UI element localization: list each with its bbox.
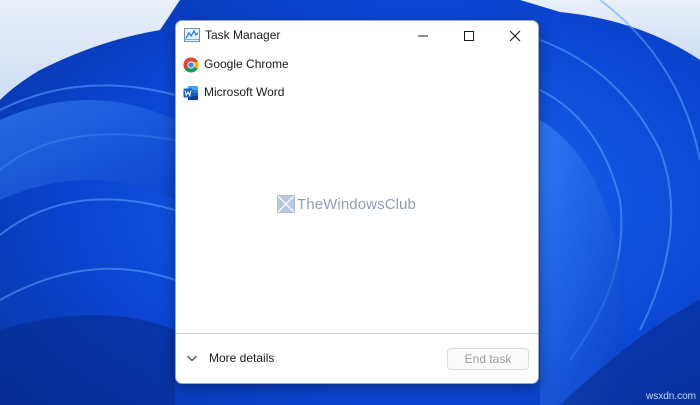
close-button[interactable] <box>492 21 538 51</box>
process-label: Microsoft Word <box>204 85 285 99</box>
watermark: TheWindowsClub <box>277 193 416 215</box>
minimize-button[interactable] <box>400 21 446 51</box>
maximize-button[interactable] <box>446 21 492 51</box>
process-item-google-chrome[interactable]: Google Chrome <box>176 53 538 81</box>
watermark-text: TheWindowsClub <box>297 195 416 213</box>
minimize-icon <box>418 35 428 37</box>
title-bar[interactable]: Task Manager <box>176 21 538 51</box>
windows-club-logo-icon <box>277 195 295 213</box>
more-details-label: More details <box>209 351 275 365</box>
more-details-toggle[interactable]: More details <box>186 348 274 368</box>
process-label: Google Chrome <box>204 57 289 71</box>
task-manager-chart-icon <box>184 28 200 42</box>
chevron-down-icon <box>187 355 197 362</box>
chrome-icon <box>183 57 199 73</box>
task-manager-window: Task Manager Google Chrome Microsoft Wor… <box>175 20 539 384</box>
word-icon <box>183 86 198 100</box>
footer-bar: More details End task <box>176 334 538 383</box>
process-item-microsoft-word[interactable]: Microsoft Word <box>176 81 538 109</box>
end-task-button[interactable]: End task <box>447 348 529 370</box>
maximize-icon <box>464 31 474 41</box>
process-list: Google Chrome Microsoft Word <box>176 53 538 109</box>
close-icon <box>509 30 521 42</box>
window-title: Task Manager <box>205 28 281 42</box>
site-watermark: wsxdn.com <box>645 391 696 402</box>
